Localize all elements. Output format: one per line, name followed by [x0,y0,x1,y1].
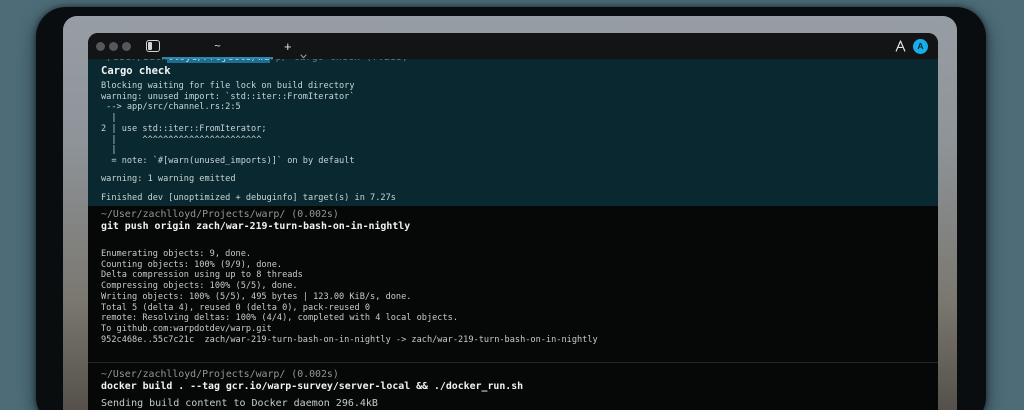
clipped-text-post: rp/ cargo check (7.28s) [270,59,408,63]
terminal-output-line: Writing objects: 100% (5/5), 495 bytes |… [101,291,412,302]
terminal-output-line: warning: 1 warning emitted [101,173,236,184]
warp-terminal-window: ~ + A ~/User/zachlloyd/Projects/warp/ ca… [88,33,938,410]
terminal-output-line: Enumerating objects: 9, done. [101,249,252,260]
minimize-window-button[interactable] [109,41,118,51]
terminal-output-line: remote: Resolving deltas: 100% (4/4), co… [101,313,458,324]
terminal-output-line: To github.com:warpdotdev/warp.git [101,323,272,334]
command-line: git push origin zach/war-219-turn-bash-o… [101,221,411,233]
sidebar-pane-glyph [148,42,152,50]
terminal-output-line: | [101,145,117,156]
tab-home[interactable]: ~ [162,33,273,59]
tab-label: ~ [214,40,221,52]
block-title: Cargo check [101,65,171,77]
terminal-output-line: Sending build content to Docker daemon 2… [101,398,378,410]
command-block-docker-build[interactable]: ~/User/zachlloyd/Projects/warp/ (0.002s)… [88,363,938,410]
new-tab-label: + [284,38,292,54]
window-titlebar: ~ + A [88,33,938,59]
device-mockup: ~ + A ~/User/zachlloyd/Projects/warp/ ca… [0,0,1024,410]
block-output: Enumerating objects: 9, done. Counting o… [101,249,938,345]
command-block-git-push[interactable]: ~/User/zachlloyd/Projects/warp/ (0.002s)… [88,206,938,362]
terminal-output-line: Total 5 (delta 4), reused 0 (delta 0), p… [101,302,371,313]
terminal-output-line: | ^^^^^^^^^^^^^^^^^^^^^^^ [101,134,262,145]
terminal-output-line: 952c468e..55c7c21c zach/war-219-turn-bas… [101,334,598,345]
block-output: Sending build content to Docker daemon 2… [101,398,938,410]
maximize-window-button[interactable] [122,41,131,51]
close-window-button[interactable] [96,41,105,51]
terminal-output-line: Delta compression using up to 8 threads [101,270,303,281]
terminal-output-line: = note: `#[warn(unused_imports)]` on by … [101,155,355,166]
terminal-output-line: --> app/src/channel.rs:2:5 [101,102,241,113]
block-output: Blocking waiting for file lock on build … [101,81,938,204]
terminal-output-line: 2 | use std::iter::FromIterator; [101,123,267,134]
terminal-scrollback[interactable]: ~/User/zachlloyd/Projects/warp/ cargo ch… [88,59,938,410]
command-block-cargo-check[interactable]: ~/User/zachlloyd/Projects/warp/ cargo ch… [88,59,938,207]
traffic-lights [96,33,131,59]
new-tab-button[interactable]: + [284,33,292,59]
terminal-output-line: Compressing objects: 100% (5/5), done. [101,281,298,292]
clipped-text-pre: ~/User/zach [101,59,167,63]
terminal-output-line: | [101,113,117,124]
titlebar-right-controls: A [895,33,928,59]
terminal-output-line: Finished dev [unoptimized + debuginfo] t… [101,193,396,204]
warp-logo-icon[interactable] [895,37,906,56]
sidebar-toggle-icon[interactable] [146,40,160,52]
clipped-text-selected: lloyd/Projects/wa [167,59,270,63]
avatar-initial: A [917,41,924,51]
command-line: docker build . --tag gcr.io/warp-survey/… [101,381,524,393]
terminal-output-line: Blocking waiting for file lock on build … [101,81,355,91]
user-avatar[interactable]: A [913,38,928,54]
terminal-output-line: warning: unused import: `std::iter::From… [101,91,355,102]
terminal-output-line: Counting objects: 100% (9/9), done. [101,259,283,270]
prompt-line: ~/User/zachlloyd/Projects/warp/ (0.002s) [101,209,339,221]
prompt-line: ~/User/zachlloyd/Projects/warp/ (0.002s) [101,369,339,381]
